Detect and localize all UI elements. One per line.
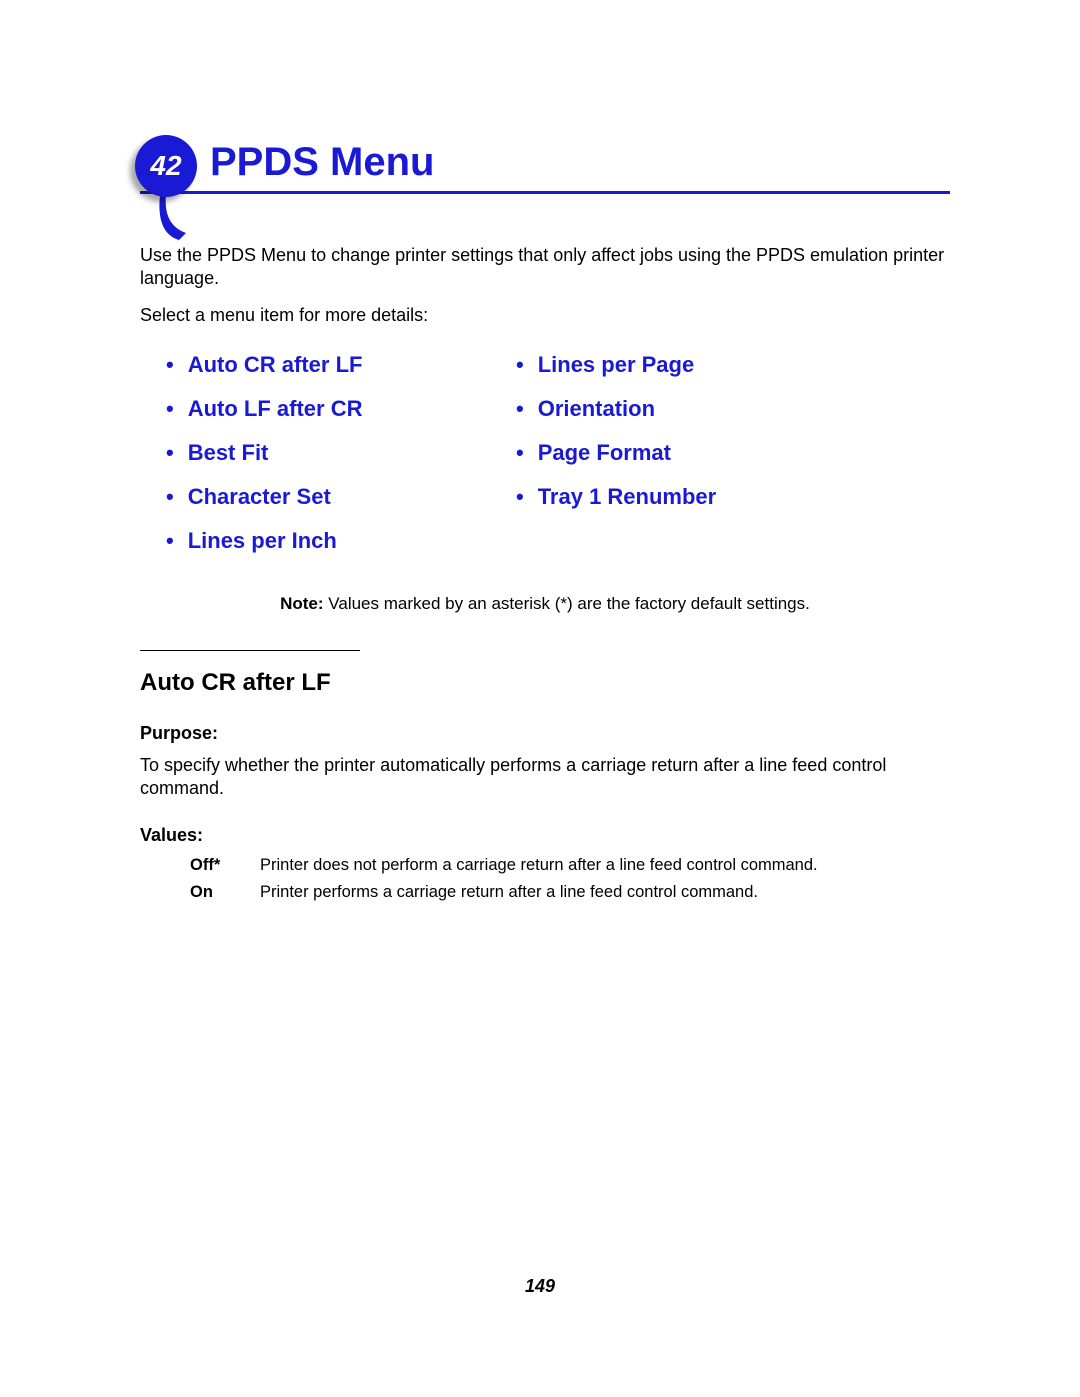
chapter-number: 42 (150, 150, 181, 182)
chapter-badge: 42 (135, 135, 197, 197)
menu-item-character-set[interactable]: • Character Set (166, 484, 486, 510)
bullet-icon: • (516, 484, 524, 510)
bullet-icon: • (166, 396, 174, 422)
menu-grid: • Auto CR after LF • Lines per Page • Auto … (140, 352, 950, 554)
chapter-header: 42 PPDS Menu (140, 140, 950, 194)
menu-link-label: Orientation (538, 396, 655, 422)
section-divider (140, 650, 360, 651)
note-text: Values marked by an asterisk (*) are the… (324, 594, 810, 613)
bullet-icon: • (516, 440, 524, 466)
bullet-icon: • (516, 352, 524, 378)
purpose-text: To specify whether the printer automatic… (140, 754, 950, 799)
bullet-icon: • (166, 352, 174, 378)
menu-link-label: Lines per Page (538, 352, 695, 378)
page-title: PPDS Menu (210, 140, 434, 185)
menu-item-orientation[interactable]: • Orientation (516, 396, 836, 422)
menu-link-label: Auto LF after CR (188, 396, 363, 422)
value-row: Off* Printer does not perform a carriage… (190, 856, 950, 875)
intro-text: Use the PPDS Menu to change printer sett… (140, 244, 950, 289)
menu-link-label: Auto CR after LF (188, 352, 363, 378)
menu-link-label: Page Format (538, 440, 671, 466)
value-row: On Printer performs a carriage return af… (190, 883, 950, 902)
section-heading: Auto CR after LF (140, 669, 950, 697)
menu-item-page-format[interactable]: • Page Format (516, 440, 836, 466)
menu-item-best-fit[interactable]: • Best Fit (166, 440, 486, 466)
page-number: 149 (0, 1276, 1080, 1297)
bullet-icon: • (516, 396, 524, 422)
chapter-number-circle: 42 (135, 135, 197, 197)
values-label: Values: (140, 825, 950, 846)
title-row: PPDS Menu (140, 140, 950, 194)
menu-item-auto-lf-after-cr[interactable]: • Auto LF after CR (166, 396, 486, 422)
values-table: Off* Printer does not perform a carriage… (140, 856, 950, 902)
bullet-icon: • (166, 484, 174, 510)
value-label: Off* (190, 856, 260, 875)
value-desc: Printer performs a carriage return after… (260, 883, 950, 902)
menu-item-auto-cr-after-lf[interactable]: • Auto CR after LF (166, 352, 486, 378)
bullet-icon: • (166, 528, 174, 554)
bullet-icon: • (166, 440, 174, 466)
menu-link-label: Lines per Inch (188, 528, 337, 554)
document-page: 42 PPDS Menu Use the PPDS Menu to change… (0, 0, 1080, 902)
select-prompt: Select a menu item for more details: (140, 305, 950, 326)
menu-link-label: Character Set (188, 484, 331, 510)
menu-link-label: Tray 1 Renumber (538, 484, 717, 510)
value-label: On (190, 883, 260, 902)
menu-item-tray-1-renumber[interactable]: • Tray 1 Renumber (516, 484, 836, 510)
menu-item-lines-per-inch[interactable]: • Lines per Inch (166, 528, 486, 554)
menu-item-lines-per-page[interactable]: • Lines per Page (516, 352, 836, 378)
value-desc: Printer does not perform a carriage retu… (260, 856, 950, 875)
menu-link-label: Best Fit (188, 440, 269, 466)
purpose-label: Purpose: (140, 723, 950, 744)
note-line: Note: Values marked by an asterisk (*) a… (140, 594, 950, 614)
note-label: Note: (280, 594, 323, 613)
